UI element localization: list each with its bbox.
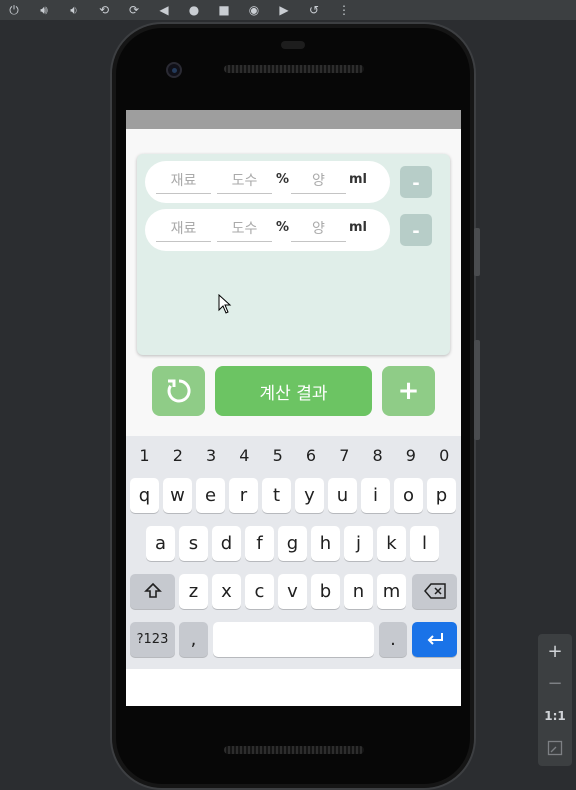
emulator-toolbar: ⏻ 🔊︎ 🔉︎ ⟲ ⟳ ◀ ● ■ ◉ ▶ ↺ ⋮	[0, 0, 576, 20]
number-key[interactable]: 1	[128, 444, 161, 468]
ingredient-input[interactable]: 재료	[156, 218, 211, 242]
comma-key[interactable]: ,	[179, 622, 208, 657]
remove-row-button[interactable]: -	[400, 166, 432, 198]
letter-key[interactable]: j	[344, 526, 373, 561]
phone-sensor	[281, 41, 305, 49]
space-key[interactable]	[213, 622, 374, 657]
zoom-panel: + − 1:1	[538, 634, 572, 766]
unit-label: ml	[349, 172, 368, 187]
amount-input[interactable]: 양	[291, 170, 346, 194]
percent-label: %	[276, 220, 290, 235]
letter-key[interactable]: i	[361, 478, 390, 513]
unit-label: ml	[349, 220, 368, 235]
refresh-icon	[167, 379, 191, 403]
number-key[interactable]: 3	[195, 444, 228, 468]
overview-icon[interactable]: ■	[214, 3, 234, 17]
number-key[interactable]: 2	[161, 444, 194, 468]
enter-key[interactable]	[412, 622, 457, 657]
letter-key[interactable]: e	[196, 478, 225, 513]
zoom-fit-button[interactable]	[538, 734, 572, 762]
rotate-right-icon[interactable]: ⟳	[124, 3, 144, 17]
volume-down-icon[interactable]: 🔉︎	[64, 3, 84, 17]
phone-side-button	[474, 340, 480, 440]
number-key[interactable]: 7	[328, 444, 361, 468]
letter-key[interactable]: k	[377, 526, 406, 561]
ingredient-input[interactable]: 재료	[156, 170, 211, 194]
amount-input[interactable]: 양	[291, 218, 346, 242]
letter-key[interactable]: p	[427, 478, 456, 513]
front-camera-icon	[166, 62, 182, 78]
screenshot-icon[interactable]: ◉	[244, 3, 264, 17]
enter-icon	[427, 633, 443, 645]
shift-icon	[143, 582, 162, 598]
letter-key[interactable]: t	[262, 478, 291, 513]
reset-button[interactable]	[152, 366, 205, 416]
zoom-out-button[interactable]: −	[538, 670, 572, 698]
ingredient-row: 재료 도수 % 양 ml	[145, 209, 390, 251]
number-key[interactable]: 5	[261, 444, 294, 468]
app-content: 재료 도수 % 양 ml - 재료 도수 % 양 ml - 계산 결과 +	[126, 129, 461, 436]
letter-key[interactable]: w	[163, 478, 192, 513]
shift-key[interactable]	[130, 574, 175, 609]
abv-input[interactable]: 도수	[217, 218, 272, 242]
letter-key[interactable]: l	[410, 526, 439, 561]
letter-key[interactable]: f	[245, 526, 274, 561]
zoom-1to1-button[interactable]: 1:1	[538, 702, 572, 730]
letter-key[interactable]: d	[212, 526, 241, 561]
letter-key[interactable]: m	[377, 574, 406, 609]
add-row-button[interactable]: +	[382, 366, 435, 416]
letter-key[interactable]: u	[328, 478, 357, 513]
soft-keyboard: 1234567890 qwertyuiop asdfghjkl zxcvbnm …	[126, 436, 461, 669]
letter-key[interactable]: s	[179, 526, 208, 561]
letter-key[interactable]: n	[344, 574, 373, 609]
phone-screen: 재료 도수 % 양 ml - 재료 도수 % 양 ml - 계산 결과 + 1 …	[126, 110, 461, 706]
rotate-left-icon[interactable]: ⟲	[94, 3, 114, 17]
letter-key[interactable]: b	[311, 574, 340, 609]
letter-key[interactable]: o	[394, 478, 423, 513]
number-key[interactable]: 6	[295, 444, 328, 468]
fit-screen-icon	[547, 740, 563, 756]
letter-key[interactable]: v	[278, 574, 307, 609]
snapshot-icon[interactable]: ↺	[304, 3, 324, 17]
calculate-result-button[interactable]: 계산 결과	[215, 366, 372, 416]
letter-key[interactable]: y	[295, 478, 324, 513]
nav-area	[126, 669, 461, 706]
home-icon[interactable]: ●	[184, 3, 204, 17]
symbols-key[interactable]: ?123	[130, 622, 175, 657]
letter-key[interactable]: q	[130, 478, 159, 513]
volume-up-icon[interactable]: 🔊︎	[34, 3, 54, 17]
status-bar	[126, 110, 461, 129]
mouse-cursor-icon	[218, 294, 232, 314]
letter-key[interactable]: g	[278, 526, 307, 561]
number-key[interactable]: 0	[428, 444, 461, 468]
number-key[interactable]: 8	[361, 444, 394, 468]
letter-key[interactable]: h	[311, 526, 340, 561]
more-icon[interactable]: ⋮	[334, 3, 354, 17]
backspace-key[interactable]	[412, 574, 457, 609]
zoom-in-button[interactable]: +	[538, 638, 572, 666]
abv-input[interactable]: 도수	[217, 170, 272, 194]
number-key[interactable]: 9	[394, 444, 427, 468]
letter-key[interactable]: r	[229, 478, 258, 513]
back-icon[interactable]: ◀	[154, 3, 174, 17]
screenrecord-icon[interactable]: ▶	[274, 3, 294, 17]
ingredient-row: 재료 도수 % 양 ml	[145, 161, 390, 203]
period-key[interactable]: .	[379, 622, 407, 657]
ingredient-card: 재료 도수 % 양 ml - 재료 도수 % 양 ml -	[137, 154, 450, 355]
letter-key[interactable]: a	[146, 526, 175, 561]
emulator-window: ⏻ 🔊︎ 🔉︎ ⟲ ⟳ ◀ ● ■ ◉ ▶ ↺ ⋮ 재료 도수 % 양 ml -…	[0, 0, 576, 790]
bottom-speaker	[224, 746, 364, 754]
percent-label: %	[276, 172, 290, 187]
letter-key[interactable]: z	[179, 574, 208, 609]
letter-key[interactable]: c	[245, 574, 274, 609]
backspace-icon	[423, 583, 446, 599]
letter-key[interactable]: x	[212, 574, 241, 609]
number-key[interactable]: 4	[228, 444, 261, 468]
remove-row-button[interactable]: -	[400, 214, 432, 246]
top-speaker	[224, 65, 364, 73]
power-icon[interactable]: ⏻	[4, 3, 24, 17]
phone-side-button	[474, 228, 480, 276]
